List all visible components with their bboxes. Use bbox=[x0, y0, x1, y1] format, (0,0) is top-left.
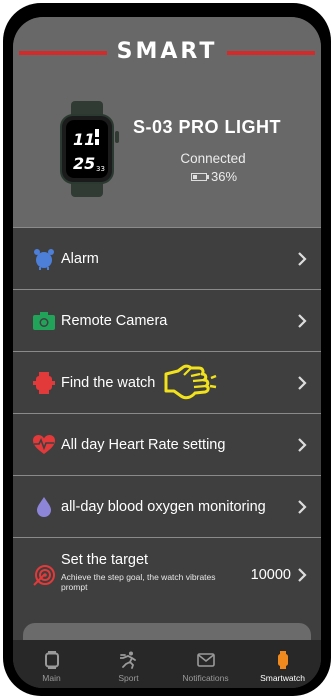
menu-item-label: Remote Camera bbox=[61, 312, 168, 329]
menu-item-label: All day Heart Rate setting bbox=[61, 436, 226, 453]
watch-hours: 11 bbox=[73, 130, 95, 149]
menu-item-label: all-day blood oxygen monitoring bbox=[61, 498, 266, 515]
menu-item-blood-oxygen[interactable]: all-day blood oxygen monitoring bbox=[13, 475, 321, 537]
brand-title-bar: SMART bbox=[13, 39, 321, 65]
menu-item-label: Alarm bbox=[61, 250, 99, 267]
menu-item-remote-camera[interactable]: Remote Camera bbox=[13, 289, 321, 351]
tab-sport[interactable]: Sport bbox=[90, 640, 167, 688]
watch-icon bbox=[44, 651, 59, 669]
battery-icon bbox=[191, 172, 209, 181]
runner-icon bbox=[119, 651, 136, 669]
watch-icon bbox=[33, 371, 55, 394]
chevron-right-icon bbox=[298, 568, 307, 582]
target-description: Achieve the step goal, the watch vibrate… bbox=[61, 572, 216, 592]
menu-item-label: Set the target bbox=[61, 552, 149, 568]
tab-notifications[interactable]: Notifications bbox=[167, 640, 244, 688]
chevron-right-icon bbox=[298, 313, 307, 328]
device-name: S-03 PRO LIGHT bbox=[133, 117, 282, 137]
chevron-right-icon bbox=[298, 375, 307, 390]
heart-rate-icon bbox=[33, 434, 55, 454]
title-rule-right bbox=[227, 51, 315, 55]
app-screen: SMART 11 25 33 S-03 PRO LIGHT Connected … bbox=[13, 17, 321, 688]
connection-status: Connected bbox=[180, 151, 246, 166]
menu-item-label: Find the watch bbox=[61, 374, 156, 391]
battery-indicator: 36% bbox=[191, 169, 237, 184]
tab-main[interactable]: Main bbox=[13, 640, 90, 688]
step-goal-value: 10000 bbox=[250, 567, 291, 583]
device-header: SMART 11 25 33 S-03 PRO LIGHT Connected … bbox=[13, 17, 321, 227]
chevron-right-icon bbox=[298, 251, 307, 266]
menu-item-find-watch[interactable]: Find the watch bbox=[13, 351, 321, 413]
alarm-clock-icon bbox=[34, 248, 54, 270]
tab-smartwatch[interactable]: Smartwatch bbox=[244, 640, 321, 688]
menu-item-alarm[interactable]: Alarm bbox=[13, 227, 321, 289]
pointing-hand-icon bbox=[164, 364, 217, 400]
target-icon bbox=[33, 565, 55, 586]
settings-menu: Alarm Remote Camera Find the watch All d… bbox=[13, 227, 321, 612]
phone-frame: SMART 11 25 33 S-03 PRO LIGHT Connected … bbox=[3, 3, 331, 696]
chevron-right-icon bbox=[298, 437, 307, 452]
menu-item-set-target[interactable]: Set the target Achieve the step goal, th… bbox=[13, 537, 321, 612]
tab-label: Sport bbox=[118, 673, 139, 683]
envelope-icon bbox=[196, 653, 215, 667]
watch-minutes: 25 bbox=[73, 154, 95, 173]
droplet-icon bbox=[37, 496, 51, 517]
tab-label: Notifications bbox=[182, 673, 229, 683]
bottom-tab-bar: Main Sport Notifications Smartwatch bbox=[13, 640, 321, 688]
smartwatch-icon bbox=[277, 651, 288, 669]
menu-item-heart-rate[interactable]: All day Heart Rate setting bbox=[13, 413, 321, 475]
camera-icon bbox=[33, 311, 55, 330]
tab-label: Smartwatch bbox=[260, 673, 305, 683]
tab-label: Main bbox=[42, 673, 61, 683]
chevron-right-icon bbox=[298, 499, 307, 514]
watch-seconds: 33 bbox=[96, 165, 105, 173]
watch-image: 11 25 33 bbox=[60, 101, 119, 197]
battery-level: 36% bbox=[211, 169, 238, 184]
